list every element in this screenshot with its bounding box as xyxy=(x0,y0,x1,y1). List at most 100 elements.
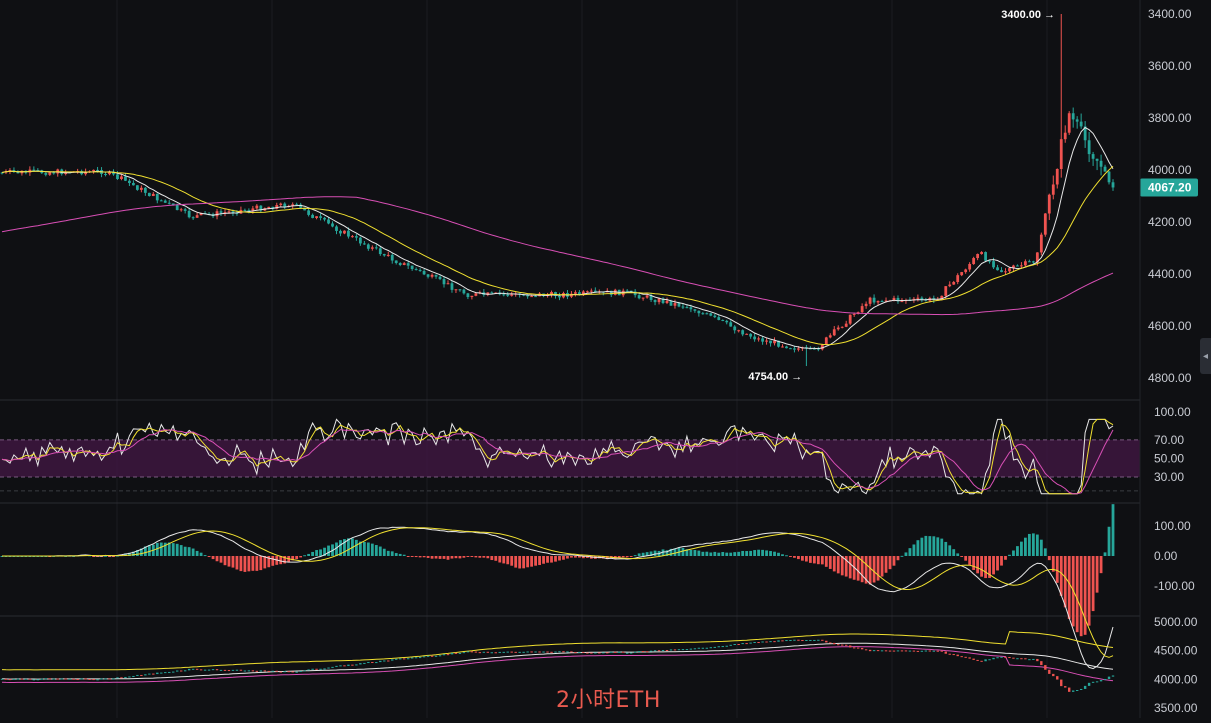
macd-bar xyxy=(362,542,366,556)
candle-body xyxy=(701,313,705,315)
band-candle xyxy=(554,651,557,653)
band-candle xyxy=(717,646,720,648)
band-candle xyxy=(773,641,776,643)
band-candle xyxy=(164,672,167,674)
macd-bar xyxy=(773,551,776,556)
candle-body xyxy=(319,216,322,218)
band-candle xyxy=(267,670,270,672)
band-candle xyxy=(944,651,947,654)
band-candle xyxy=(410,657,414,659)
candle-body xyxy=(645,295,649,298)
current-price-label: 4067.20 xyxy=(1148,180,1192,194)
rsi-band xyxy=(0,439,1140,477)
candle-body xyxy=(327,219,330,224)
band-candle xyxy=(510,651,513,653)
candle-body xyxy=(406,263,410,266)
band-candle xyxy=(904,650,908,652)
candle-body xyxy=(398,262,402,266)
band-candle xyxy=(602,652,605,654)
candle-body xyxy=(797,348,800,350)
band-candle xyxy=(1044,665,1047,670)
band-candle xyxy=(152,673,155,675)
band-candle xyxy=(1012,657,1015,659)
candle-body xyxy=(430,274,434,277)
trading-chart[interactable]: 4754.00 → 3400.00 → 4800.00 4600.00 4400.00 4… xyxy=(0,0,1211,718)
macd-bar xyxy=(366,542,370,556)
macd-bar xyxy=(976,556,980,574)
candle-body xyxy=(378,248,382,255)
macd-bar xyxy=(1008,554,1011,556)
band-candle xyxy=(40,678,44,680)
macd-bar xyxy=(757,549,760,556)
candle-body xyxy=(717,317,721,320)
macd-bar xyxy=(804,556,808,562)
high-price-annotation: 4754.00 → xyxy=(748,371,802,383)
band-candle xyxy=(606,652,609,654)
candle-body xyxy=(215,211,219,217)
price-axis-tick: 3600.00 xyxy=(1148,59,1192,73)
candle-body xyxy=(992,261,995,268)
band-candle xyxy=(900,650,904,652)
band-candle xyxy=(391,659,394,661)
band-candle xyxy=(534,651,537,653)
candle-body xyxy=(355,236,358,238)
band-candle xyxy=(179,670,183,672)
candle-body xyxy=(351,236,354,238)
band-candle xyxy=(4,678,8,680)
macd-bar xyxy=(215,556,219,562)
macd-bar xyxy=(900,555,904,557)
macd-bar xyxy=(621,556,625,558)
band-candle xyxy=(80,678,83,680)
candle-body xyxy=(1067,113,1071,133)
candle-body xyxy=(191,217,195,219)
macd-bar xyxy=(1063,556,1067,608)
band-candle xyxy=(518,651,521,653)
macd-bar xyxy=(940,538,944,556)
band-candle xyxy=(128,676,131,678)
macd-bar xyxy=(494,556,498,561)
band-candle xyxy=(841,644,844,646)
candle-body xyxy=(852,313,856,315)
macd-bar xyxy=(502,556,506,564)
band-candle xyxy=(44,678,47,680)
macd-bar xyxy=(884,556,888,573)
collapse-panel-button[interactable]: ◂ xyxy=(1200,338,1211,374)
band-candle xyxy=(319,668,322,670)
macd-bar xyxy=(808,556,812,563)
candle-body xyxy=(693,309,697,311)
macd-bar xyxy=(243,556,247,572)
rsi-axis-tick: 100.00 xyxy=(1154,405,1191,419)
macd-bar xyxy=(486,556,490,559)
macd-bar xyxy=(713,551,717,556)
macd-bar xyxy=(187,547,191,556)
band-axis-tick: 5000.00 xyxy=(1154,615,1198,629)
macd-bar xyxy=(311,551,314,556)
candle-body xyxy=(283,203,287,207)
candle-body xyxy=(132,182,135,186)
candle-body xyxy=(657,298,661,303)
band-candle xyxy=(144,674,147,676)
macd-bar xyxy=(944,541,948,556)
candle-body xyxy=(1103,166,1107,172)
band-candle xyxy=(825,640,828,643)
candle-body xyxy=(625,290,629,292)
macd-bar xyxy=(697,550,701,556)
band-candle xyxy=(339,665,342,667)
band-candle xyxy=(259,670,263,672)
band-candle xyxy=(880,650,884,652)
macd-bar xyxy=(247,556,251,572)
band-candle xyxy=(1083,685,1087,689)
chart-area[interactable]: 4754.00 → 3400.00 → 4800.00 4600.00 4400.00 4… xyxy=(0,0,1211,718)
candle-body xyxy=(900,301,904,303)
band-candle xyxy=(355,664,358,666)
candle-body xyxy=(506,294,510,296)
macd-bar xyxy=(183,546,187,556)
macd-bar xyxy=(454,556,458,559)
band-candle xyxy=(156,672,159,675)
band-candle xyxy=(817,639,820,641)
macd-bar xyxy=(542,556,545,564)
candle-body xyxy=(323,217,326,220)
candle-body xyxy=(1051,184,1055,195)
candle-body xyxy=(964,269,968,273)
candle-body xyxy=(765,340,768,342)
